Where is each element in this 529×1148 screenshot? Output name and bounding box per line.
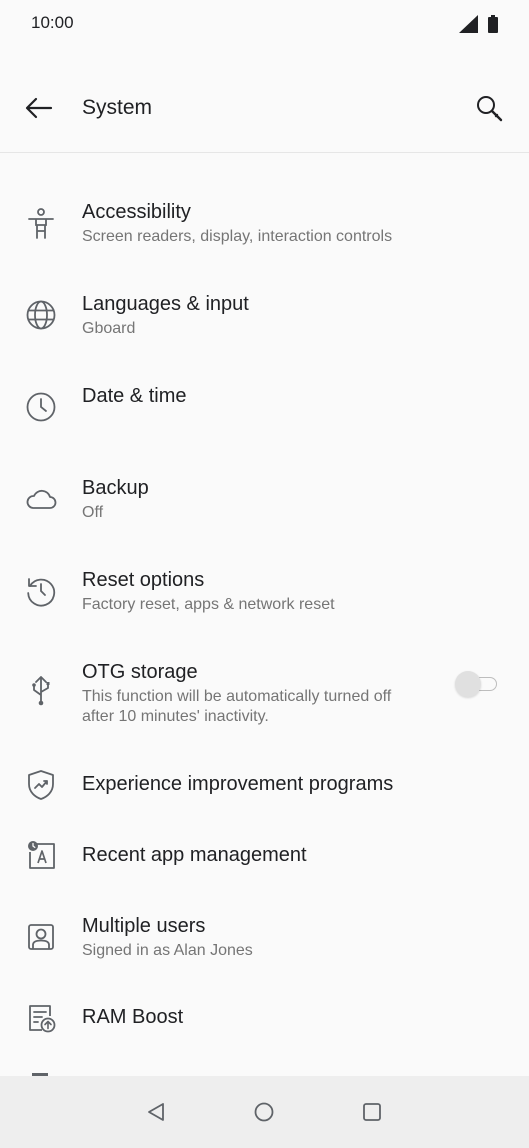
status-time: 10:00 bbox=[31, 13, 74, 32]
list-item-subtitle: Off bbox=[82, 504, 104, 521]
list-item-experience-improvement[interactable]: Experience improvement programs bbox=[0, 758, 529, 822]
battery-icon bbox=[488, 15, 498, 33]
status-bar: 10:00 bbox=[0, 0, 529, 48]
square-recents-icon bbox=[363, 1103, 381, 1121]
list-item-title: Languages & input bbox=[82, 293, 249, 315]
list-item-title: Accessibility bbox=[82, 201, 191, 223]
page-title: System bbox=[82, 96, 153, 119]
arrow-back-icon bbox=[25, 97, 53, 119]
list-item-subtitle: Signed in as Alan Jones bbox=[82, 942, 253, 959]
user-icon bbox=[24, 920, 58, 954]
history-icon bbox=[24, 574, 58, 608]
signal-icon bbox=[459, 15, 478, 33]
toggle-thumb bbox=[455, 671, 481, 697]
list-item-title: OTG storage bbox=[82, 661, 198, 683]
search-button[interactable] bbox=[470, 89, 510, 129]
list-item-multiple-users[interactable]: Multiple users Signed in as Alan Jones bbox=[0, 902, 529, 986]
list-item-title: Date & time bbox=[82, 385, 187, 407]
list-item-ram-boost[interactable]: RAM Boost bbox=[0, 992, 529, 1056]
app-bar: System bbox=[0, 70, 529, 153]
search-icon bbox=[477, 96, 503, 122]
list-item-title: Experience improvement programs bbox=[82, 773, 394, 795]
circle-home-icon bbox=[254, 1102, 274, 1122]
list-item-title: Backup bbox=[82, 477, 149, 499]
otg-storage-toggle[interactable] bbox=[455, 669, 499, 697]
list-item-backup[interactable]: Backup Off bbox=[0, 462, 529, 546]
triangle-back-icon bbox=[148, 1103, 164, 1121]
accessibility-icon bbox=[24, 207, 58, 241]
globe-icon bbox=[24, 298, 58, 332]
list-item-title: Multiple users bbox=[82, 915, 206, 937]
list-item-subtitle: Gboard bbox=[82, 320, 136, 337]
back-button[interactable] bbox=[20, 89, 58, 127]
nav-back-button[interactable] bbox=[136, 1092, 176, 1132]
list-item-recent-app-management[interactable]: Recent app management bbox=[0, 830, 529, 894]
list-item-date-time[interactable]: Date & time bbox=[0, 370, 529, 454]
usb-icon bbox=[24, 674, 58, 708]
cloud-icon bbox=[24, 482, 58, 516]
nav-recents-button[interactable] bbox=[352, 1092, 392, 1132]
list-item-reset-options[interactable]: Reset options Factory reset, apps & netw… bbox=[0, 554, 529, 638]
recent-apps-icon bbox=[24, 838, 58, 872]
list-item-subtitle: This function will be automatically turn… bbox=[82, 688, 392, 725]
list-item-title: Reset options bbox=[82, 569, 205, 591]
list-item-otg-storage[interactable]: OTG storage This function will be automa… bbox=[0, 646, 529, 750]
list-item-title: RAM Boost bbox=[82, 1006, 184, 1028]
list-item-accessibility[interactable]: Accessibility Screen readers, display, i… bbox=[0, 186, 529, 270]
shield-chart-icon bbox=[24, 768, 58, 802]
list-item-languages[interactable]: Languages & input Gboard bbox=[0, 278, 529, 362]
clock-icon bbox=[24, 390, 58, 424]
navigation-bar bbox=[0, 1076, 529, 1148]
list-item-subtitle: Screen readers, display, interaction con… bbox=[82, 228, 393, 245]
ram-boost-icon bbox=[24, 1001, 58, 1035]
nav-home-button[interactable] bbox=[244, 1092, 284, 1132]
list-item-subtitle: Factory reset, apps & network reset bbox=[82, 596, 335, 613]
list-item-title: Recent app management bbox=[82, 844, 307, 866]
